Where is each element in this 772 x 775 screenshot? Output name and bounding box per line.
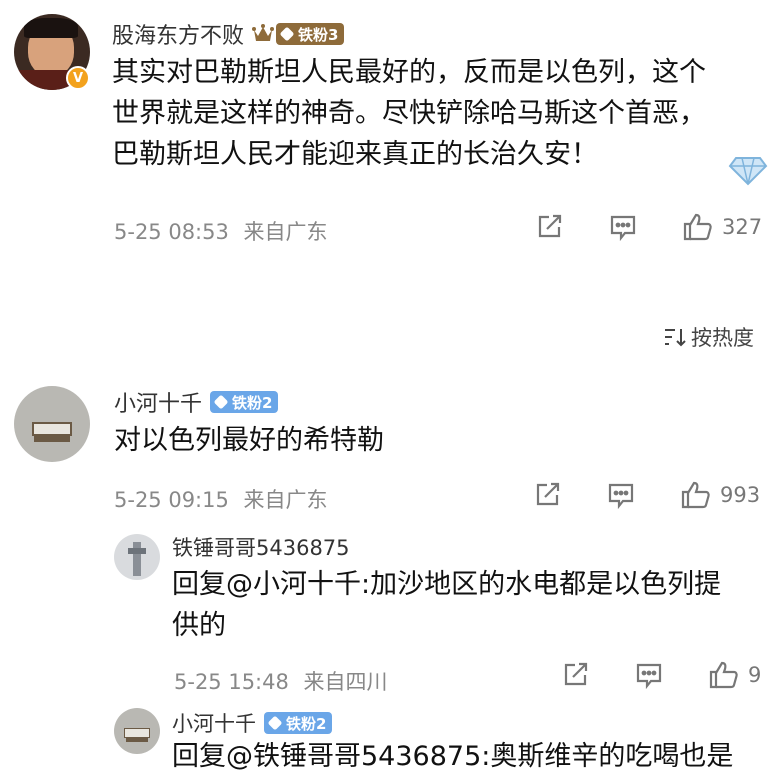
like-button[interactable]: 327 [682, 212, 762, 242]
reply-text-line: 回复@小河十千:加沙地区的水电都是以色列提 [172, 569, 722, 600]
username[interactable]: 股海东方不败 铁粉3 [112, 18, 345, 50]
comment-item: 小河十千 铁粉2 对以色列最好的希特勒 5-25 09:15 来自广东 993 [0, 370, 772, 520]
comment-actions: 327 [534, 212, 762, 242]
comment-text-line: 世界就是这样的神奇。尽快铲除哈马斯这个首恶， [112, 98, 706, 129]
timestamp: 5-25 08:53 [114, 220, 229, 244]
timestamp: 5-25 09:15 [114, 488, 229, 512]
username-text[interactable]: 小河十千 [114, 386, 202, 418]
comment-icon [608, 483, 634, 509]
username-text[interactable]: 小河十千 [172, 708, 256, 738]
reply-text: 回复@小河十千:加沙地区的水电都是以色列提 供的 [172, 564, 762, 646]
like-count: 993 [720, 483, 761, 507]
comment-text-line: 巴勒斯坦人民才能迎来真正的长治久安！ [112, 139, 598, 170]
thumbs-up-icon [681, 481, 710, 509]
username[interactable]: 小河十千 铁粉2 [172, 708, 333, 738]
comment-icon [636, 663, 662, 689]
reply-meta: 5-25 15:48 来自四川 [174, 666, 388, 696]
comment-item: V 股海东方不败 铁粉3 其实对巴勒斯坦人民最好的，反而是以色列，这个 世界就是… [0, 0, 772, 270]
reply-actions: 9 [560, 660, 761, 690]
comment-meta: 5-25 09:15 来自广东 [114, 484, 328, 514]
badge-label: 铁粉2 [232, 393, 273, 412]
share-icon [536, 482, 560, 506]
reply-text-line: 供的 [172, 610, 226, 641]
comment-actions: 993 [532, 480, 760, 510]
comment-icon [610, 215, 636, 241]
fan-badge: 铁粉3 [276, 23, 345, 45]
comment-button[interactable] [608, 213, 638, 241]
share-icon [538, 214, 562, 238]
badge-label: 铁粉2 [286, 714, 327, 733]
reply-item: 铁锤哥哥5436875 回复@小河十千:加沙地区的水电都是以色列提 供的 5-2… [0, 526, 772, 696]
diamond-icon [728, 152, 768, 192]
avatar[interactable] [114, 534, 160, 580]
avatar[interactable] [114, 708, 160, 754]
reply-text: 回复@铁锤哥哥5436875:奥斯维辛的吃喝也是 [172, 736, 762, 775]
sort-label: 按热度 [691, 326, 754, 350]
fan-badge: 铁粉2 [210, 391, 279, 413]
badge-icon [267, 715, 283, 731]
username[interactable]: 小河十千 铁粉2 [114, 386, 279, 418]
badge-label: 铁粉3 [298, 25, 339, 44]
share-button[interactable] [532, 481, 562, 509]
reply-text-line: 回复@铁锤哥哥5436875:奥斯维辛的吃喝也是 [172, 741, 734, 772]
comment-text: 其实对巴勒斯坦人民最好的，反而是以色列，这个 世界就是这样的神奇。尽快铲除哈马斯… [112, 52, 752, 175]
comment-text-line: 对以色列最好的希特勒 [114, 425, 384, 456]
timestamp: 5-25 15:48 [174, 670, 289, 694]
comment-button[interactable] [634, 661, 664, 689]
like-count: 9 [748, 663, 762, 687]
reply-item: 小河十千 铁粉2 回复@铁锤哥哥5436875:奥斯维辛的吃喝也是 [0, 700, 772, 775]
location: 来自广东 [243, 488, 328, 512]
crown-icon [252, 24, 275, 44]
like-count: 327 [722, 215, 763, 239]
comment-text-line: 其实对巴勒斯坦人民最好的，反而是以色列，这个 [112, 57, 706, 88]
username-text[interactable]: 股海东方不败 [112, 18, 244, 50]
sort-icon [665, 329, 686, 347]
share-button[interactable] [560, 661, 590, 689]
badge-icon [279, 26, 295, 42]
thumbs-up-icon [709, 661, 738, 689]
avatar[interactable] [14, 386, 90, 462]
thumbs-up-icon [683, 213, 712, 241]
username-text[interactable]: 铁锤哥哥5436875 [172, 532, 350, 562]
like-button[interactable]: 9 [708, 660, 761, 690]
location: 来自广东 [243, 220, 328, 244]
comment-button[interactable] [606, 481, 636, 509]
share-icon [564, 662, 588, 686]
fan-badge: 铁粉2 [264, 712, 333, 734]
like-button[interactable]: 993 [680, 480, 760, 510]
share-button[interactable] [534, 213, 564, 241]
comment-text: 对以色列最好的希特勒 [114, 420, 754, 461]
location: 来自四川 [303, 670, 388, 694]
verified-icon: V [66, 66, 90, 90]
comment-meta: 5-25 08:53 来自广东 [114, 216, 328, 246]
badge-icon [213, 394, 229, 410]
username[interactable]: 铁锤哥哥5436875 [172, 532, 350, 562]
sort-toggle[interactable]: 按热度 [663, 322, 754, 352]
